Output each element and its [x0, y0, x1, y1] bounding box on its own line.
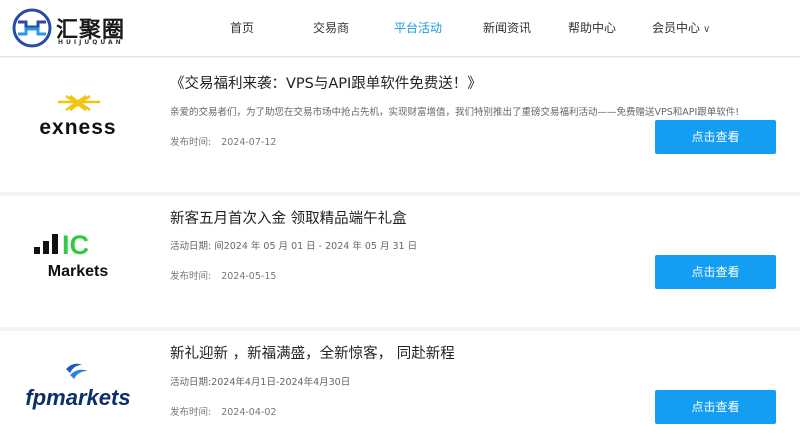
nav-label: 新闻资讯 — [483, 21, 532, 35]
markets-logo-text: Markets — [48, 263, 109, 280]
card-description: 亲爱的交易者们，为了助您在交易市场中抢占先机，实现财富增值，我们特别推出了重磅交… — [170, 107, 740, 118]
activity-card: fpmarkets 新礼迎新 ，新福满盛，全新惊客， 同赴新程 活动日期:202… — [0, 331, 800, 444]
nav-label: 平台活动 — [394, 21, 443, 35]
svg-text:exness: exness — [39, 116, 116, 139]
date-value: 2024-05-15 — [221, 271, 277, 282]
ic-markets-logo[interactable]: IC Markets — [8, 226, 148, 286]
view-button[interactable]: 点击查看 — [655, 120, 776, 154]
exness-logo[interactable]: exness — [8, 88, 148, 148]
ic-logo-text: IC — [62, 230, 89, 260]
card-title[interactable]: 新礼迎新 ，新福满盛，全新惊客， 同赴新程 — [170, 342, 455, 363]
view-button[interactable]: 点击查看 — [655, 390, 776, 424]
nav-home[interactable]: 首页 — [230, 0, 254, 57]
date-label: 发布时间: — [170, 407, 212, 418]
nav-member-center[interactable]: 会员中心 ∨ — [652, 0, 710, 57]
card-title[interactable]: 新客五月首次入金 领取精品端午礼盒 — [170, 207, 407, 228]
fpmarkets-logo[interactable]: fpmarkets — [8, 359, 148, 419]
card-title[interactable]: 《交易福利来袭：VPS与API跟单软件免费送！》 — [170, 72, 482, 93]
nav-label: 首页 — [230, 21, 255, 35]
date-value: 2024-04-02 — [221, 407, 277, 418]
card-description: 活动日期: 间2024 年 05 月 01 日 - 2024 年 05 月 31… — [170, 241, 418, 252]
top-header: 汇聚圈 HUIJUQUAN 首页 交易商 平台活动 新闻资讯 帮助中心 会员中心… — [0, 0, 800, 57]
nav-platform-activities[interactable]: 平台活动 — [394, 0, 442, 57]
date-label: 发布时间: — [170, 271, 212, 282]
date-value: 2024-07-12 — [221, 137, 277, 148]
nav-label: 交易商 — [313, 21, 350, 35]
publish-date: 发布时间: 2024-05-15 — [170, 268, 276, 282]
nav-help-center[interactable]: 帮助中心 — [568, 0, 616, 57]
nav-label: 会员中心 — [652, 21, 701, 35]
publish-date: 发布时间: 2024-07-12 — [170, 134, 276, 148]
chevron-down-icon: ∨ — [703, 24, 711, 35]
activity-card: exness 《交易福利来袭：VPS与API跟单软件免费送！》 亲爱的交易者们，… — [0, 58, 800, 192]
view-button[interactable]: 点击查看 — [655, 255, 776, 289]
publish-date: 发布时间: 2024-04-02 — [170, 404, 276, 418]
activity-card: IC Markets 新客五月首次入金 领取精品端午礼盒 活动日期: 间2024… — [0, 196, 800, 327]
card-description: 活动日期:2024年4月1日-2024年4月30日 — [170, 377, 351, 388]
nav-brokers[interactable]: 交易商 — [313, 0, 349, 57]
svg-text:fpmarkets: fpmarkets — [25, 385, 130, 410]
logo-mark-icon — [12, 8, 52, 48]
date-label: 发布时间: — [170, 137, 212, 148]
nav-news[interactable]: 新闻资讯 — [483, 0, 531, 57]
nav-label: 帮助中心 — [568, 21, 617, 35]
logo-subtext: HUIJUQUAN — [58, 39, 124, 46]
site-logo[interactable]: 汇聚圈 HUIJUQUAN — [12, 8, 152, 48]
